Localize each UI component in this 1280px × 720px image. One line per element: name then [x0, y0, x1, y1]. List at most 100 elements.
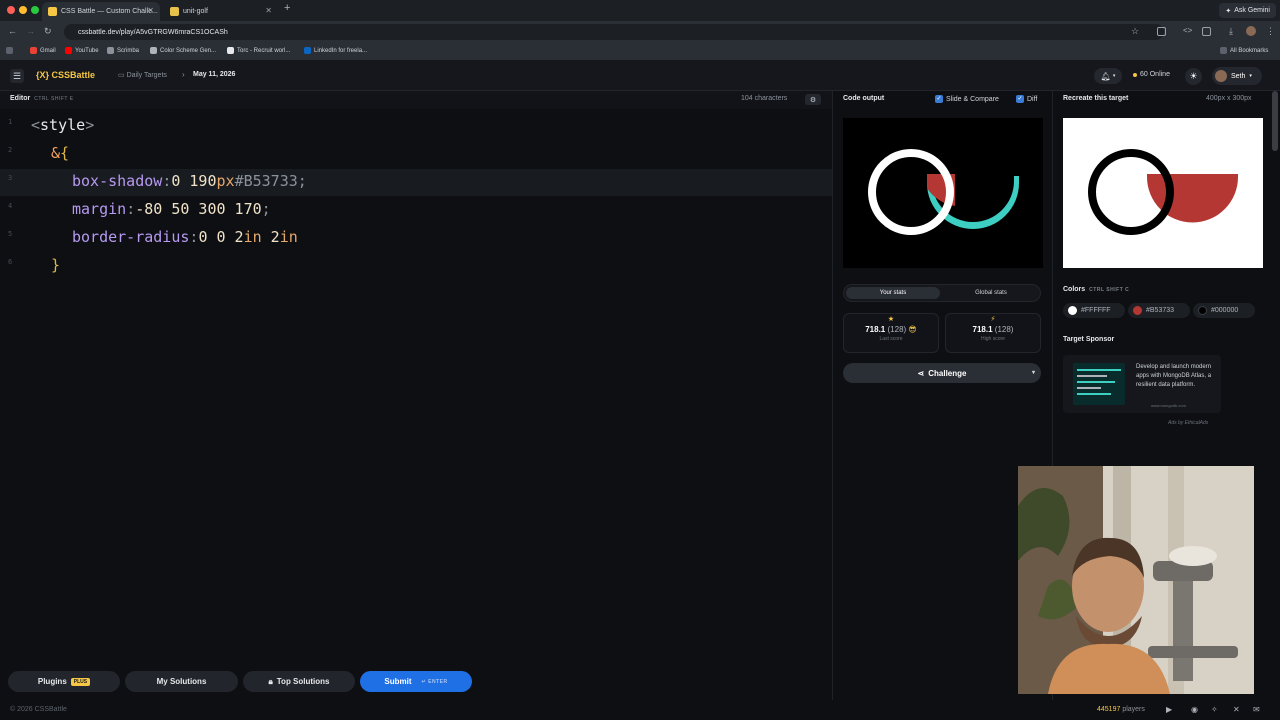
forward-icon[interactable]: →	[26, 26, 35, 36]
bookmark-linkedin[interactable]: LinkedIn for freela...	[304, 47, 367, 54]
top-solutions-button[interactable]: 🔒︎ Top Solutions	[243, 671, 355, 692]
profile-avatar[interactable]	[1246, 26, 1256, 36]
code-token: 0 190	[171, 172, 217, 190]
youtube-icon[interactable]: ▶	[1166, 705, 1172, 714]
players-number: 445197	[1097, 706, 1121, 713]
line-number: 4	[8, 202, 13, 210]
app-header: ☰ {X} CSSBattle ▭ Daily Targets › May 11…	[0, 61, 1280, 91]
plus-badge: PLUS	[70, 677, 91, 686]
bookmark-label: Gmail	[40, 47, 56, 54]
diff-checkbox[interactable]: ✓ Diff	[1016, 95, 1037, 103]
bookmark-star-icon[interactable]: ☆	[1131, 26, 1139, 37]
online-dot-icon	[1133, 72, 1137, 77]
my-solutions-button[interactable]: My Solutions	[125, 671, 238, 692]
tab-label: CSS Battle — Custom Challe...	[61, 8, 158, 15]
minimize-window-button[interactable]	[19, 6, 27, 14]
close-window-button[interactable]	[7, 6, 15, 14]
ads-by-ethicalads[interactable]: Ads by EthicalAds	[1168, 420, 1208, 426]
color-hex: #FFFFFF	[1081, 307, 1111, 314]
target-dimensions: 400px x 300px	[1206, 95, 1252, 102]
high-score-value-row: 718.1 (128)	[946, 325, 1040, 334]
code-line[interactable]: &{	[51, 144, 69, 162]
menu-icon[interactable]: ☰	[10, 69, 24, 83]
tab-your-stats[interactable]: Your stats	[846, 287, 940, 299]
more-menu-icon[interactable]: ⋮	[1266, 26, 1275, 37]
breadcrumb-label: Daily Targets	[126, 72, 167, 79]
new-tab-icon[interactable]: +	[284, 2, 290, 14]
slide-compare-label: Slide & Compare	[946, 95, 999, 103]
editor-label: Editor	[10, 95, 31, 102]
folder-icon	[1220, 47, 1227, 54]
code-editor[interactable]: 1 <style> 2 &{3 box-shadow:0 190px#B53733; 4 m…	[0, 109, 832, 662]
close-tab-icon[interactable]: ✕	[265, 6, 272, 15]
color-chip-white[interactable]: #FFFFFF	[1063, 303, 1125, 318]
theme-toggle-sun-icon[interactable]: ☀	[1185, 68, 1202, 85]
ask-gemini-button[interactable]: ✦ Ask Gemini	[1219, 3, 1276, 18]
code-line[interactable]: box-shadow:0 190px#B53733;	[72, 172, 307, 190]
code-line[interactable]: margin:-80 50 300 170;	[72, 200, 271, 218]
share-icon: ⋖	[917, 368, 925, 378]
back-icon[interactable]: ←	[8, 26, 17, 36]
breadcrumb-daily-targets[interactable]: ▭ Daily Targets	[118, 71, 167, 79]
bookmark-youtube[interactable]: YouTube	[65, 47, 99, 54]
code-token: {	[60, 144, 70, 162]
mail-icon[interactable]: ✉	[1253, 705, 1260, 714]
stats-tabs: Your stats Global stats	[843, 284, 1041, 302]
url-input[interactable]: cssbattle.dev/play/A5vGTRGW6mraCS1OCASh	[64, 24, 1164, 40]
white-swatch	[1068, 306, 1077, 315]
close-tab-icon[interactable]: ✕	[147, 6, 154, 15]
line-number: 3	[8, 174, 13, 182]
slide-compare-checkbox[interactable]: ✓ Slide & Compare	[935, 95, 999, 103]
browser-tab-unit-golf[interactable]: unit-golf ✕	[164, 2, 278, 21]
all-bookmarks[interactable]: All Bookmarks	[1220, 47, 1268, 54]
gemini-icon: ✦	[1225, 7, 1232, 15]
notifications-button[interactable]: 🔔︎ ▾	[1094, 68, 1122, 84]
challenge-button[interactable]: ⋖ Challenge ▾	[843, 363, 1041, 383]
user-menu[interactable]: Seth ▾	[1212, 67, 1262, 85]
x-twitter-icon[interactable]: ✕	[1233, 705, 1240, 714]
color-hex: #000000	[1211, 307, 1239, 314]
code-line[interactable]: }	[51, 256, 60, 274]
color-chip-red[interactable]: #B53733	[1128, 303, 1190, 318]
my-solutions-label: My Solutions	[156, 677, 207, 686]
editor-settings-button[interactable]: ⚙	[805, 94, 821, 105]
sponsor-ad[interactable]: Develop and launch modern apps with Mong…	[1063, 355, 1221, 413]
plugins-button[interactable]: Plugins PLUS	[8, 671, 120, 692]
challenge-label: Challenge	[928, 368, 967, 378]
apps-grid-icon[interactable]	[6, 47, 13, 54]
devtools-icon[interactable]: <>	[1183, 26, 1192, 35]
code-token: margin	[72, 200, 127, 218]
code-token: in	[243, 228, 262, 246]
page-scrollbar[interactable]	[1272, 91, 1278, 151]
tab-global-stats[interactable]: Global stats	[944, 287, 1038, 299]
bookmark-scrimba[interactable]: Scrimba	[107, 47, 139, 54]
cssbattle-logo[interactable]: {X} CSSBattle	[36, 70, 95, 80]
submit-button[interactable]: Submit ↵ ENTER	[360, 671, 472, 692]
browser-tab-cssbattle[interactable]: CSS Battle — Custom Challe... ✕	[42, 2, 160, 21]
code-output-canvas[interactable]	[843, 118, 1043, 268]
download-icon[interactable]: ⤓	[1229, 26, 1233, 37]
maximize-window-button[interactable]	[31, 6, 39, 14]
star-icon: ★	[887, 316, 895, 323]
online-label: 60 Online	[1140, 71, 1170, 78]
color-hex: #B53733	[1146, 307, 1175, 314]
lightning-icon: ⚡︎	[990, 316, 996, 323]
discord-icon[interactable]: ◉	[1191, 705, 1198, 714]
bookmark-torc[interactable]: Torc - Recruit worl...	[227, 47, 290, 54]
bookmark-color-scheme[interactable]: Color Scheme Gen...	[150, 47, 216, 54]
linkedin-icon	[304, 47, 311, 54]
code-line[interactable]: border-radius:0 0 2in 2in	[72, 228, 298, 246]
panel-divider[interactable]	[832, 91, 833, 700]
code-line[interactable]: <style>	[31, 116, 94, 134]
extension-icon[interactable]	[1157, 27, 1166, 36]
tab-search-icon[interactable]	[1202, 27, 1211, 36]
ad-url: www.mongodb.com	[1151, 403, 1186, 408]
butterfly-icon[interactable]: ✧	[1211, 705, 1218, 714]
enter-hint: ↵ ENTER	[421, 678, 448, 685]
red-swatch	[1133, 306, 1142, 315]
reload-icon[interactable]: ↻	[44, 26, 52, 37]
color-chip-black[interactable]: #000000	[1193, 303, 1255, 318]
line-number: 2	[8, 146, 13, 154]
chevron-down-icon[interactable]: ▾	[1032, 369, 1035, 376]
bookmark-gmail[interactable]: Gmail	[30, 47, 56, 54]
